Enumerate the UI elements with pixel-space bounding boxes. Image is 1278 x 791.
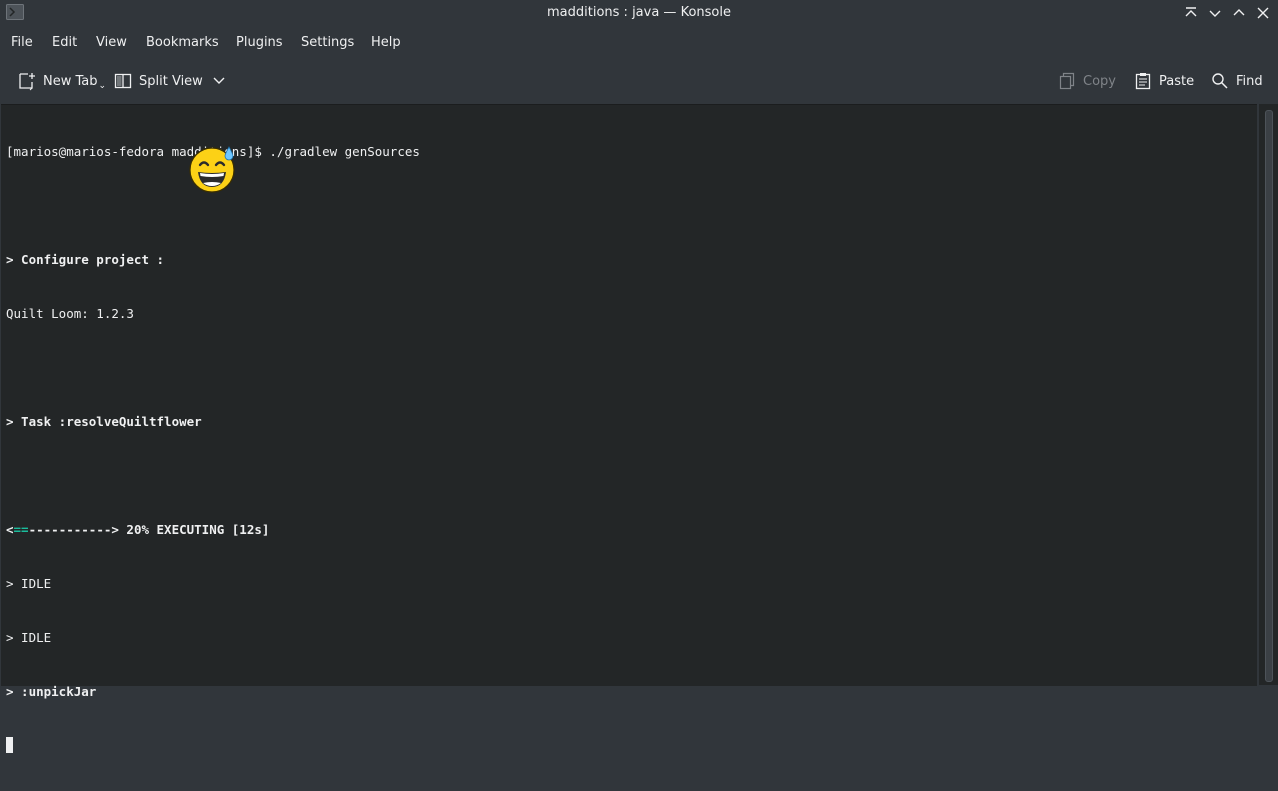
menu-file[interactable]: File (11, 35, 33, 50)
maximize-icon[interactable] (1229, 4, 1249, 22)
progress-done: == (13, 522, 29, 537)
window-title: madditions : java — Konsole (547, 5, 731, 20)
search-icon (1210, 71, 1230, 91)
terminal-progress-line: <==-----------> 20% EXECUTING [12s] (6, 521, 420, 539)
find-button[interactable]: Find (1210, 70, 1263, 92)
menu-plugins[interactable]: Plugins (236, 35, 283, 50)
menu-bookmarks[interactable]: Bookmarks (146, 35, 219, 50)
new-tab-menu-arrow-icon[interactable]: ⌄ (99, 81, 107, 91)
konsole-window: madditions : java — Konsole File Edit Vi… (0, 0, 1278, 753)
progress-rest: -----------> 20% EXECUTING [12s] (28, 522, 270, 537)
copy-button[interactable]: Copy (1057, 70, 1116, 92)
text-cursor (6, 737, 13, 753)
terminal-configure-line: > Configure project : (6, 252, 165, 267)
scrollbar-thumb[interactable] (1265, 110, 1273, 682)
copy-icon (1057, 71, 1077, 91)
terminal-worker-line: > IDLE (6, 630, 52, 645)
terminal-scrollbar[interactable] (1259, 104, 1278, 685)
terminal-task-line: > Task :resolveQuiltflower (6, 414, 202, 429)
toolbar: New Tab ⌄ Split View Copy Paste Find (0, 62, 1278, 100)
new-tab-button[interactable]: New Tab ⌄ (17, 70, 106, 92)
copy-label: Copy (1083, 73, 1116, 89)
keep-above-icon[interactable] (1181, 4, 1201, 22)
menu-settings[interactable]: Settings (301, 35, 354, 50)
paste-label: Paste (1159, 73, 1195, 89)
menu-view[interactable]: View (96, 35, 127, 50)
new-tab-icon (17, 71, 37, 91)
terminal-output: [marios@marios-fedora madditions]$ ./gra… (6, 107, 420, 791)
progress-prefix: < (6, 522, 14, 537)
new-tab-label: New Tab (43, 73, 98, 89)
split-view-button[interactable]: Split View (113, 70, 225, 92)
terminal-worker-line: > :unpickJar (6, 684, 97, 699)
menu-help[interactable]: Help (371, 35, 401, 50)
terminal-view[interactable]: [marios@marios-fedora madditions]$ ./gra… (1, 104, 1257, 753)
paste-button[interactable]: Paste (1133, 70, 1194, 92)
title-bar[interactable]: madditions : java — Konsole (0, 0, 1278, 27)
close-icon[interactable] (1253, 4, 1273, 22)
grinning-sweat-emoji (187, 143, 239, 195)
split-view-icon (113, 71, 133, 91)
menu-edit[interactable]: Edit (52, 35, 77, 50)
minimize-icon[interactable] (1205, 4, 1225, 22)
menu-bar: File Edit View Bookmarks Plugins Setting… (0, 30, 1278, 56)
paste-icon (1133, 71, 1153, 91)
terminal-worker-line: > IDLE (6, 576, 52, 591)
find-label: Find (1236, 73, 1263, 89)
split-view-label: Split View (139, 73, 203, 89)
terminal-cursor-line (6, 737, 420, 755)
terminal-loom-line: Quilt Loom: 1.2.3 (6, 306, 134, 321)
chevron-down-icon[interactable] (213, 74, 225, 89)
